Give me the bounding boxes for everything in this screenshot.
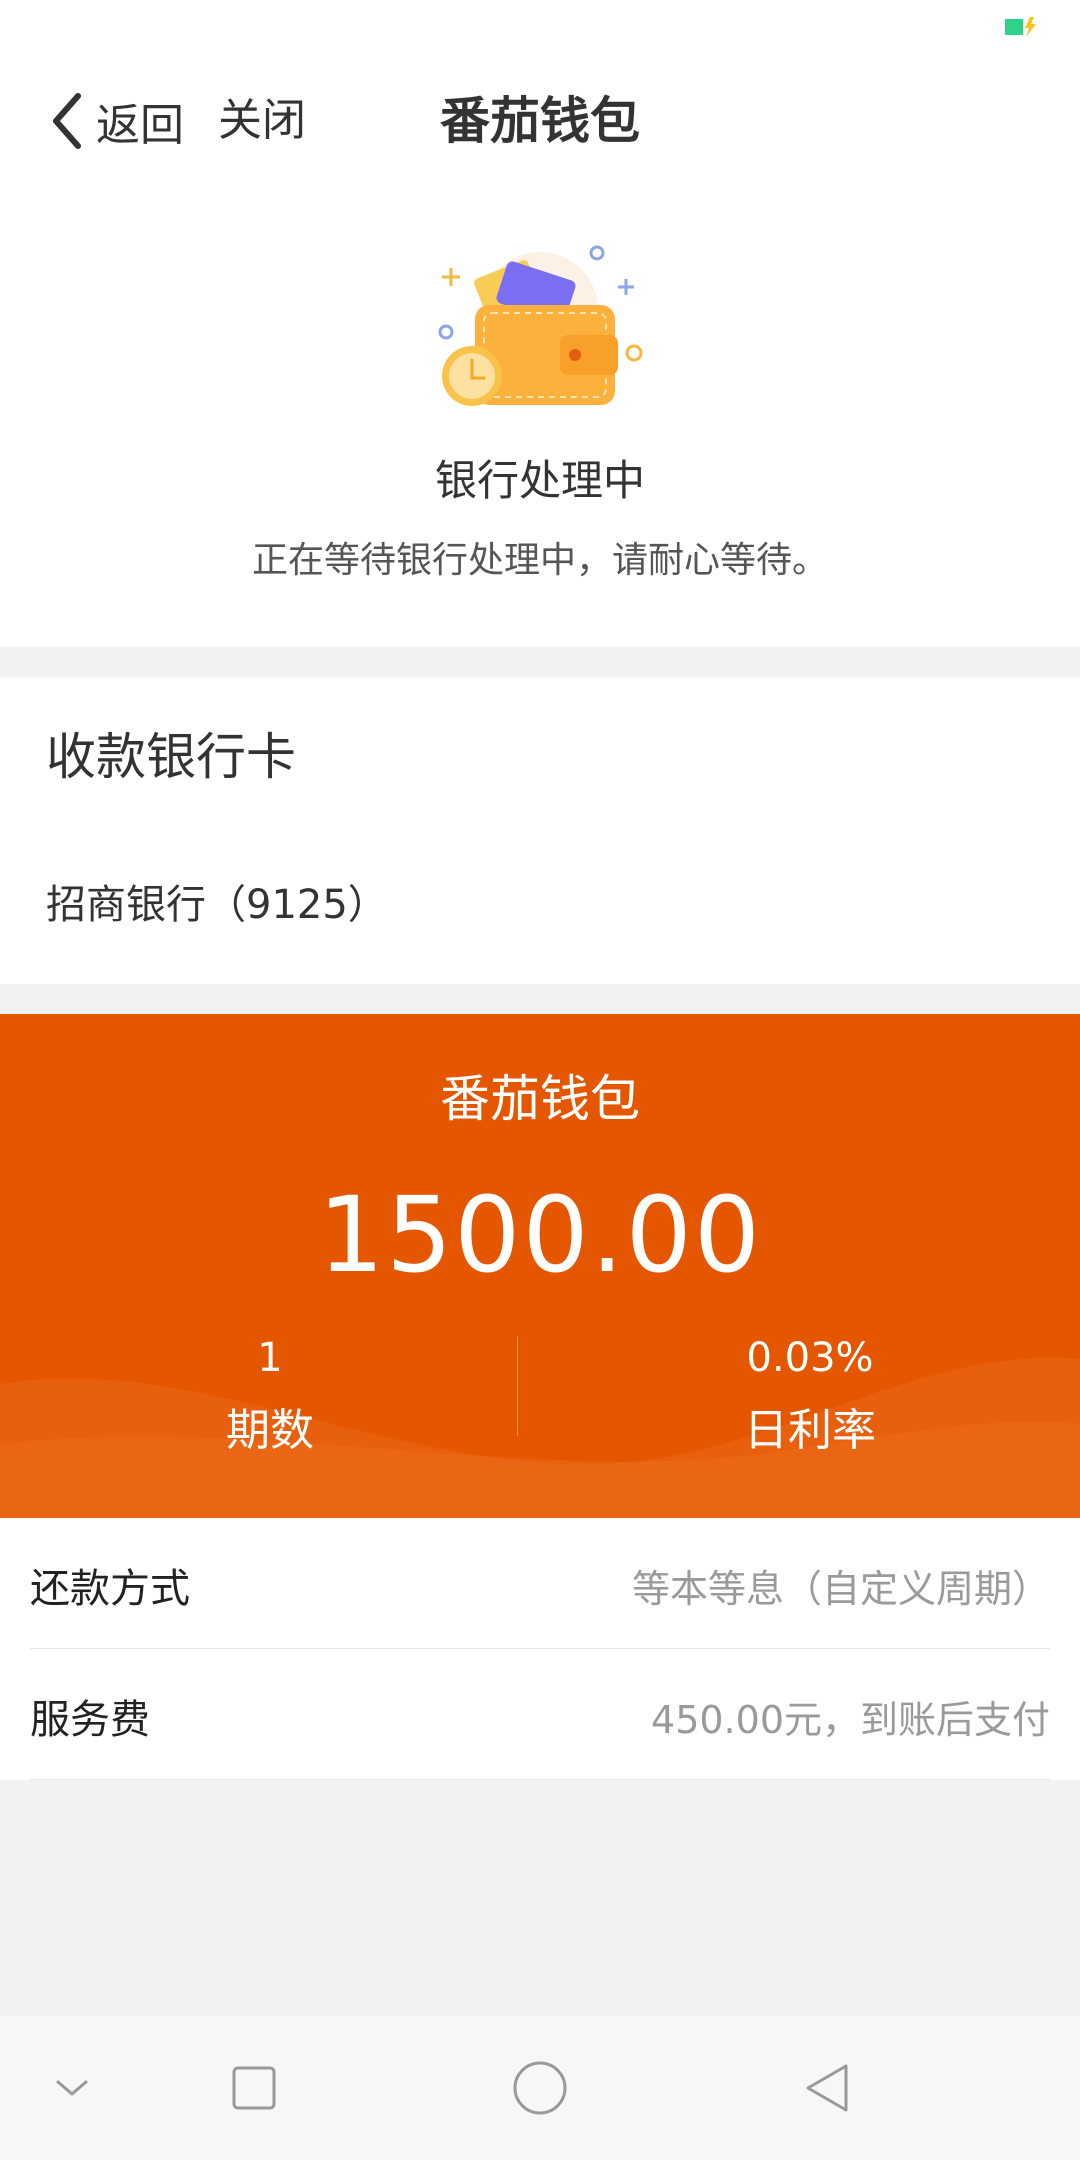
repayment-method-label: 还款方式: [30, 1566, 190, 1612]
page-title: 番茄钱包: [440, 92, 640, 150]
status-title: 银行处理中: [434, 456, 645, 505]
nav-header: 返回 关闭 番茄钱包: [0, 60, 1080, 185]
repayment-method-value: 等本等息（自定义周期）: [631, 1567, 1050, 1611]
screen: 返回 关闭 番茄钱包 银行处理中 正在等待银行处理中，请耐心等待。 收款银行卡 …: [0, 0, 1080, 2160]
status-description: 正在等待银行处理中，请耐心等待。: [251, 540, 828, 581]
recent-apps-icon[interactable]: [222, 2056, 286, 2120]
wallet-illustration-icon: [438, 245, 643, 406]
processing-status-card: 银行处理中 正在等待银行处理中，请耐心等待。: [0, 185, 1080, 647]
loan-amount: 1500.00: [317, 1174, 763, 1296]
term-value: 1: [257, 1335, 283, 1381]
system-navigation-bar: [0, 2016, 1080, 2160]
term-label: 期数: [226, 1405, 314, 1456]
bank-section-heading: 收款银行卡: [46, 728, 296, 786]
repayment-method-row: 还款方式 等本等息（自定义周期）: [30, 1518, 1050, 1649]
home-icon[interactable]: [508, 2056, 572, 2120]
service-fee-value: 450.00元，到账后支付: [651, 1698, 1050, 1742]
status-bar: [0, 0, 1080, 60]
loan-details-list: 还款方式 等本等息（自定义周期） 服务费 450.00元，到账后支付: [0, 1518, 1080, 1780]
loan-product-name: 番茄钱包: [440, 1070, 640, 1128]
daily-rate-label: 日利率: [744, 1405, 876, 1456]
chevron-down-icon[interactable]: [40, 2056, 104, 2120]
back-triangle-icon[interactable]: [796, 2056, 860, 2120]
daily-rate-stat: 0.03% 日利率: [540, 1332, 1080, 1458]
service-fee-row: 服务费 450.00元，到账后支付: [30, 1649, 1050, 1780]
stat-divider: [517, 1336, 518, 1436]
service-fee-label: 服务费: [30, 1697, 150, 1743]
receiving-bank-card-section: 收款银行卡 招商银行（9125）: [0, 677, 1080, 984]
daily-rate-value: 0.03%: [746, 1335, 874, 1381]
loan-summary-panel: 番茄钱包 1500.00 1 期数 0.03% 日利率: [0, 1014, 1080, 1518]
term-stat: 1 期数: [0, 1332, 540, 1458]
bank-card-name: 招商银行（9125）: [46, 882, 388, 928]
battery-charging-icon: [1005, 17, 1036, 37]
